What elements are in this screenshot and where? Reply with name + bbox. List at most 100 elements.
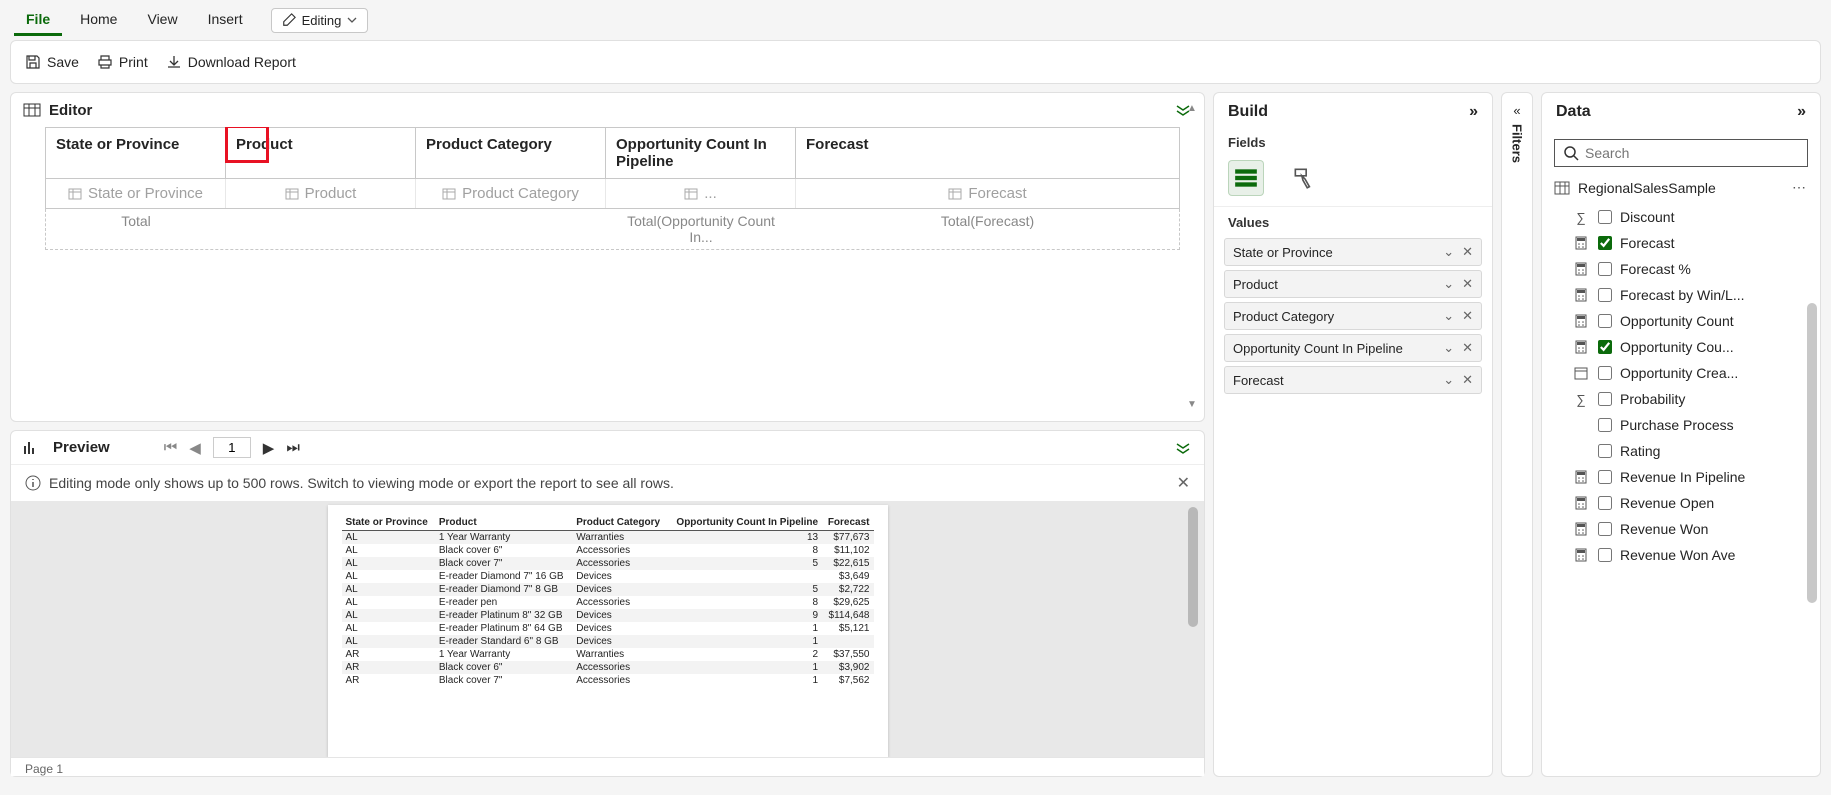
data-field-row[interactable]: Revenue Won Ave bbox=[1570, 542, 1820, 568]
field-checkbox[interactable] bbox=[1598, 210, 1612, 224]
data-field-row[interactable]: Forecast bbox=[1570, 230, 1820, 256]
menu-home[interactable]: Home bbox=[68, 5, 129, 36]
data-collapse-icon[interactable]: » bbox=[1797, 103, 1806, 121]
data-title: Data bbox=[1556, 103, 1591, 121]
remove-icon[interactable]: ✕ bbox=[1462, 372, 1473, 388]
data-field-row[interactable]: Opportunity Crea... bbox=[1570, 360, 1820, 386]
data-field-row[interactable]: ∑Probability bbox=[1570, 386, 1820, 412]
build-title: Build bbox=[1228, 103, 1268, 121]
value-pill[interactable]: Forecast⌄✕ bbox=[1224, 366, 1482, 394]
field-checkbox[interactable] bbox=[1598, 496, 1612, 510]
field-icon bbox=[684, 187, 698, 201]
field-checkbox[interactable] bbox=[1598, 470, 1612, 484]
table-visual-icon[interactable] bbox=[1228, 160, 1264, 196]
field-label: Revenue Won bbox=[1620, 521, 1818, 537]
remove-icon[interactable]: ✕ bbox=[1462, 276, 1473, 292]
filters-panel-collapsed[interactable]: « Filters bbox=[1501, 92, 1533, 777]
data-table-name[interactable]: RegionalSalesSample bbox=[1578, 180, 1716, 196]
data-field-row[interactable]: Rating bbox=[1570, 438, 1820, 464]
table-more-icon[interactable]: ⋯ bbox=[1792, 179, 1808, 196]
nav-first-icon[interactable]: ⏮ bbox=[164, 439, 178, 456]
data-field-row[interactable]: ∑Discount bbox=[1570, 204, 1820, 230]
field-checkbox[interactable] bbox=[1598, 340, 1612, 354]
field-label: Rating bbox=[1620, 443, 1818, 459]
filters-expand-icon[interactable]: « bbox=[1513, 103, 1520, 118]
remove-icon[interactable]: ✕ bbox=[1462, 340, 1473, 356]
menu-view[interactable]: View bbox=[135, 5, 189, 36]
editor-scrollbar[interactable]: ▲ ▼ bbox=[1186, 103, 1198, 411]
editing-mode-dropdown[interactable]: Editing bbox=[271, 8, 369, 33]
value-pill[interactable]: Product Category⌄✕ bbox=[1224, 302, 1482, 330]
field-checkbox[interactable] bbox=[1598, 288, 1612, 302]
search-input[interactable] bbox=[1585, 145, 1799, 161]
menu-insert[interactable]: Insert bbox=[196, 5, 255, 36]
header-state[interactable]: State or Province bbox=[46, 128, 226, 178]
field-checkbox[interactable] bbox=[1598, 444, 1612, 458]
preview-header: State or Province bbox=[342, 515, 435, 531]
preview-collapse-button[interactable] bbox=[1174, 439, 1192, 457]
download-button[interactable]: Download Report bbox=[166, 54, 296, 70]
data-field-row[interactable]: Forecast by Win/L... bbox=[1570, 282, 1820, 308]
table-row: ALE-reader Diamond 7" 16 GBDevices$3,649 bbox=[342, 570, 874, 583]
header-product[interactable]: Product bbox=[226, 128, 416, 178]
field-checkbox[interactable] bbox=[1598, 236, 1612, 250]
field-checkbox[interactable] bbox=[1598, 314, 1612, 328]
preview-scrollbar[interactable] bbox=[1188, 507, 1198, 751]
menu-file[interactable]: File bbox=[14, 5, 62, 36]
ph-fc: Forecast bbox=[968, 185, 1026, 202]
search-box[interactable] bbox=[1554, 139, 1808, 167]
field-checkbox[interactable] bbox=[1598, 392, 1612, 406]
table-row: ALE-reader Diamond 7" 8 GBDevices5$2,722 bbox=[342, 583, 874, 596]
data-field-row[interactable]: Purchase Process bbox=[1570, 412, 1820, 438]
nav-prev-icon[interactable]: ◀ bbox=[189, 439, 201, 457]
data-field-row[interactable]: Opportunity Count bbox=[1570, 308, 1820, 334]
chevron-down-icon[interactable]: ⌄ bbox=[1443, 276, 1454, 292]
menubar: File Home View Insert Editing bbox=[0, 0, 1831, 40]
field-checkbox[interactable] bbox=[1598, 262, 1612, 276]
field-checkbox[interactable] bbox=[1598, 366, 1612, 380]
header-forecast[interactable]: Forecast bbox=[796, 128, 1179, 178]
format-visual-icon[interactable] bbox=[1286, 160, 1322, 196]
chevron-down-icon[interactable]: ⌄ bbox=[1443, 372, 1454, 388]
field-icon bbox=[68, 187, 82, 201]
data-field-row[interactable]: Opportunity Cou... bbox=[1570, 334, 1820, 360]
ph-state: State or Province bbox=[88, 185, 203, 202]
scroll-up-icon[interactable]: ▲ bbox=[1186, 103, 1198, 115]
header-opp-count[interactable]: Opportunity Count In Pipeline bbox=[606, 128, 796, 178]
editor-pane: Editor State or Province Product Product… bbox=[10, 92, 1205, 422]
field-label: Forecast by Win/L... bbox=[1620, 287, 1818, 303]
value-pill[interactable]: Product⌄✕ bbox=[1224, 270, 1482, 298]
preview-header: Opportunity Count In Pipeline bbox=[667, 515, 822, 531]
value-pill[interactable]: State or Province⌄✕ bbox=[1224, 238, 1482, 266]
value-pill[interactable]: Opportunity Count In Pipeline⌄✕ bbox=[1224, 334, 1482, 362]
chevron-down-icon[interactable]: ⌄ bbox=[1443, 340, 1454, 356]
field-icon bbox=[442, 187, 456, 201]
editor-total-row: Total Total(Opportunity Count In... Tota… bbox=[45, 209, 1180, 250]
table-icon bbox=[1554, 180, 1570, 196]
preview-header: Product bbox=[435, 515, 572, 531]
field-checkbox[interactable] bbox=[1598, 418, 1612, 432]
field-label: Revenue Open bbox=[1620, 495, 1818, 511]
info-close-button[interactable]: ✕ bbox=[1177, 473, 1190, 493]
save-button[interactable]: Save bbox=[25, 54, 79, 70]
data-field-row[interactable]: Revenue In Pipeline bbox=[1570, 464, 1820, 490]
field-checkbox[interactable] bbox=[1598, 548, 1612, 562]
field-checkbox[interactable] bbox=[1598, 522, 1612, 536]
data-scrollbar[interactable] bbox=[1807, 303, 1817, 603]
page-input[interactable] bbox=[213, 437, 251, 458]
scroll-down-icon[interactable]: ▼ bbox=[1186, 399, 1198, 411]
build-collapse-icon[interactable]: » bbox=[1469, 103, 1478, 121]
nav-next-icon[interactable]: ▶ bbox=[263, 439, 275, 457]
remove-icon[interactable]: ✕ bbox=[1462, 308, 1473, 324]
header-category[interactable]: Product Category bbox=[416, 128, 606, 178]
remove-icon[interactable]: ✕ bbox=[1462, 244, 1473, 260]
data-field-row[interactable]: Forecast % bbox=[1570, 256, 1820, 282]
data-field-row[interactable]: Revenue Open bbox=[1570, 490, 1820, 516]
field-label: Revenue Won Ave bbox=[1620, 547, 1818, 563]
print-icon bbox=[97, 54, 113, 70]
data-field-row[interactable]: Revenue Won bbox=[1570, 516, 1820, 542]
chevron-down-icon[interactable]: ⌄ bbox=[1443, 308, 1454, 324]
chevron-down-icon[interactable]: ⌄ bbox=[1443, 244, 1454, 260]
print-button[interactable]: Print bbox=[97, 54, 148, 70]
nav-last-icon[interactable]: ⏭ bbox=[286, 439, 300, 456]
